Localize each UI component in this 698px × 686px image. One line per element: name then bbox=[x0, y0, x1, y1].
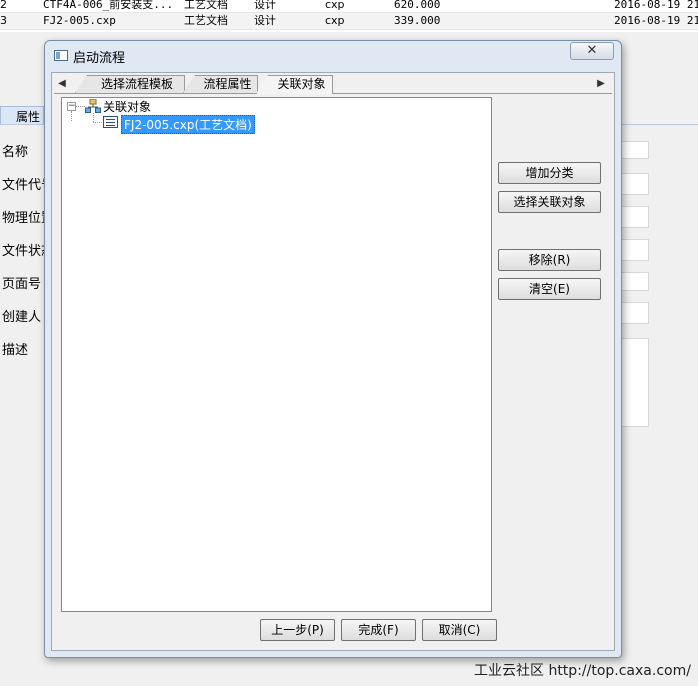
tab-strip: ◀ 选择流程模板 流程属性 关联对象 ▶ bbox=[54, 75, 612, 94]
tab-related-objects-label: 关联对象 bbox=[277, 77, 326, 91]
physical-location-field[interactable] bbox=[621, 206, 649, 228]
file-size: 620.000 bbox=[394, 0, 441, 11]
tree-connector bbox=[93, 113, 94, 122]
creator-field[interactable] bbox=[621, 302, 649, 324]
previous-step-button[interactable]: 上一步(P) bbox=[260, 619, 335, 641]
add-category-button[interactable]: 增加分类 bbox=[498, 162, 601, 184]
related-objects-tree[interactable]: − 关联对象 FJ2-005.cxp(工艺文档) bbox=[61, 97, 492, 612]
label-page-number: 页面号 bbox=[2, 277, 42, 292]
file-type: 工艺文档 bbox=[184, 14, 228, 27]
clear-button[interactable]: 清空(E) bbox=[498, 278, 601, 300]
finish-button[interactable]: 完成(F) bbox=[341, 619, 416, 641]
related-objects-folder-icon bbox=[85, 99, 101, 113]
close-icon: ✕ bbox=[586, 43, 598, 58]
cancel-button[interactable]: 取消(C) bbox=[422, 619, 497, 641]
tree-root-label[interactable]: 关联对象 bbox=[103, 98, 151, 115]
file-stage: 设计 bbox=[254, 0, 276, 11]
close-button[interactable]: ✕ bbox=[570, 42, 614, 60]
file-name: CTF4A-006_前安装支... bbox=[43, 0, 174, 11]
tree-item-fj2-005[interactable]: FJ2-005.cxp(工艺文档) bbox=[121, 115, 255, 134]
file-size: 339.000 bbox=[394, 14, 441, 27]
file-code-field[interactable] bbox=[621, 173, 649, 195]
tab-properties-label: 属性 bbox=[16, 110, 41, 124]
tab-scroll-right-icon[interactable]: ▶ bbox=[594, 76, 608, 92]
tree-connector bbox=[76, 106, 85, 107]
window-icon bbox=[54, 50, 68, 61]
select-related-object-button[interactable]: 选择关联对象 bbox=[498, 191, 601, 213]
tab-related-objects[interactable]: 关联对象 bbox=[256, 75, 333, 94]
tab-select-template[interactable]: 选择流程模板 bbox=[75, 75, 185, 93]
file-date: 2016-08-19 21: bbox=[614, 14, 698, 27]
tree-connector bbox=[93, 122, 102, 123]
document-icon bbox=[103, 116, 118, 128]
file-index: 2 bbox=[0, 0, 7, 11]
tab-select-template-label: 选择流程模板 bbox=[100, 77, 173, 91]
file-type: 工艺文档 bbox=[184, 0, 228, 11]
page-number-field[interactable] bbox=[621, 272, 649, 291]
file-stage: 设计 bbox=[254, 14, 276, 27]
collapse-toggle-icon[interactable]: − bbox=[67, 102, 76, 111]
remove-button[interactable]: 移除(R) bbox=[498, 249, 601, 271]
label-description: 描述 bbox=[2, 343, 29, 358]
label-creator: 创建人 bbox=[2, 310, 42, 325]
description-field[interactable] bbox=[621, 338, 649, 427]
tab-properties[interactable]: 属性 bbox=[0, 106, 44, 124]
file-date: 2016-08-19 21: bbox=[614, 0, 698, 11]
watermark: 工业云社区 http://top.caxa.com/ bbox=[474, 663, 691, 679]
label-name: 名称 bbox=[2, 145, 29, 160]
dialog-body: ◀ 选择流程模板 流程属性 关联对象 ▶ − 关联对象 FJ2-005.cxp(… bbox=[51, 72, 615, 651]
tab-workflow-properties[interactable]: 流程属性 bbox=[183, 75, 258, 93]
tab-workflow-properties-label: 流程属性 bbox=[203, 77, 252, 91]
tree-connector bbox=[71, 111, 72, 121]
file-index: 3 bbox=[0, 14, 7, 27]
file-status-field[interactable] bbox=[621, 239, 649, 261]
tab-scroll-left-icon[interactable]: ◀ bbox=[55, 76, 69, 92]
start-workflow-dialog: 启动流程 ✕ ◀ 选择流程模板 流程属性 关联对象 ▶ − 关联对象 FJ2-0… bbox=[44, 40, 622, 658]
file-list: 2 CTF4A-006_前安装支... 工艺文档 设计 cxp 620.000 … bbox=[0, 0, 698, 32]
file-extension: cxp bbox=[325, 0, 345, 11]
file-name: FJ2-005.cxp bbox=[43, 14, 116, 27]
dialog-title: 启动流程 bbox=[73, 51, 126, 66]
name-field[interactable] bbox=[621, 141, 649, 159]
file-extension: cxp bbox=[325, 14, 345, 27]
file-row[interactable]: 3 FJ2-005.cxp 工艺文档 设计 cxp 339.000 2016-0… bbox=[0, 12, 698, 30]
